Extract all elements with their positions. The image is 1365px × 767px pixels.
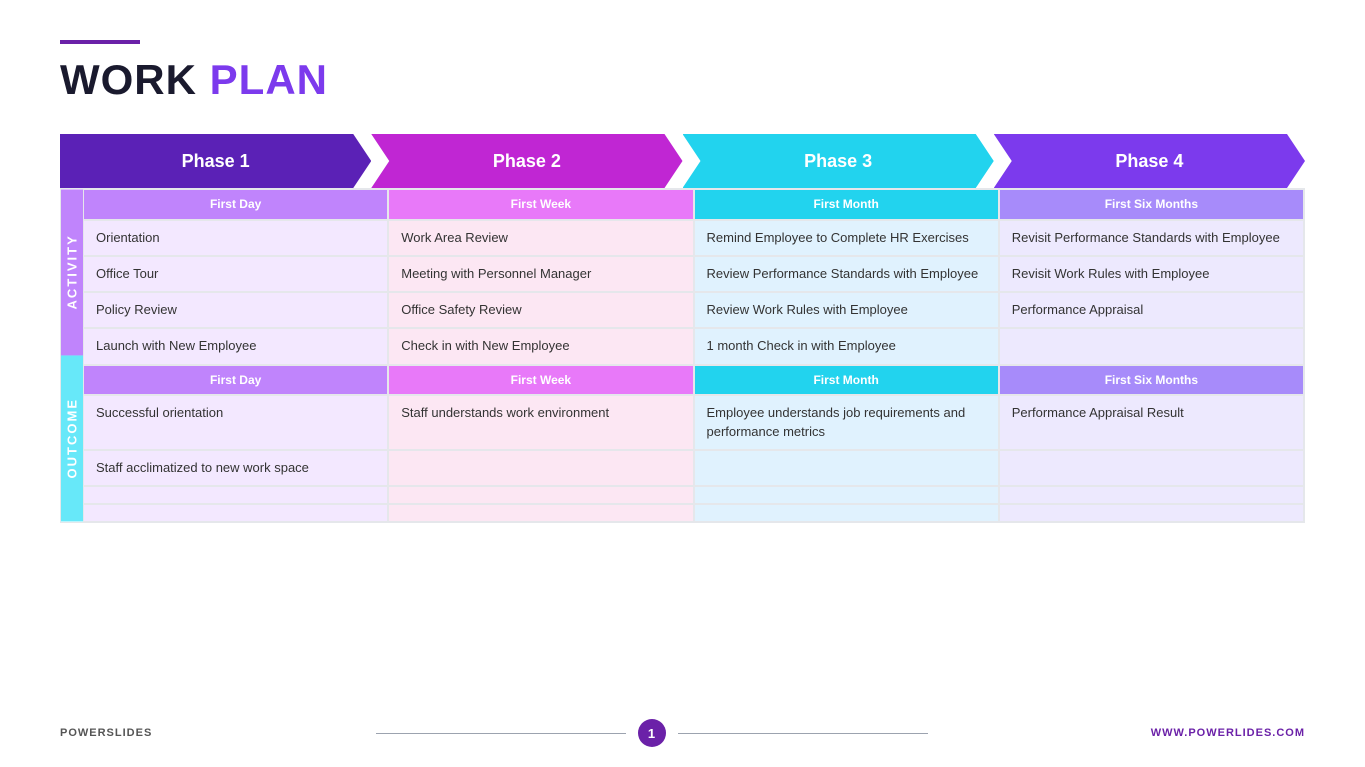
outcome-r3-c0	[83, 504, 388, 522]
outcome-row-3	[83, 504, 1304, 522]
activity-r3-c1: Check in with New Employee	[388, 328, 693, 364]
activity-header-col3: First Month	[694, 189, 999, 220]
activity-r0-c1: Work Area Review	[388, 220, 693, 256]
outcome-r1-c3	[999, 450, 1304, 486]
activity-r2-c2: Review Work Rules with Employee	[694, 292, 999, 328]
outcome-r3-c2	[694, 504, 999, 522]
footer-line-right	[678, 733, 928, 734]
phase-1-arrow: Phase 1	[60, 134, 371, 188]
title-plan: PLAN	[210, 56, 328, 103]
page: WORK PLAN Phase 1 Phase 2 Phase 3 Phase …	[0, 0, 1365, 767]
outcome-header-col1: First Day	[83, 365, 388, 396]
activity-r3-c0: Launch with New Employee	[83, 328, 388, 364]
activity-r1-c0: Office Tour	[83, 256, 388, 292]
activity-r2-c0: Policy Review	[83, 292, 388, 328]
outcome-r0-c2: Employee understands job requirements an…	[694, 395, 999, 449]
outcome-r1-c0: Staff acclimatized to new work space	[83, 450, 388, 486]
outcome-r1-c1	[388, 450, 693, 486]
activity-header-row: First Day First Week First Month First S…	[83, 189, 1304, 220]
phase-2-arrow: Phase 2	[371, 134, 682, 188]
outcome-row-0: Successful orientation Staff understands…	[83, 395, 1304, 449]
activity-r1-c2: Review Performance Standards with Employ…	[694, 256, 999, 292]
activity-r3-c2: 1 month Check in with Employee	[694, 328, 999, 364]
activity-r2-c3: Performance Appraisal	[999, 292, 1304, 328]
footer-brand-right: WWW.POWERLIDES.COM	[1151, 727, 1305, 739]
activity-r1-c3: Revisit Work Rules with Employee	[999, 256, 1304, 292]
footer-line-left	[376, 733, 626, 734]
outcome-label: Outcome	[61, 355, 83, 521]
footer-page-number: 1	[638, 719, 666, 747]
title-work: WORK	[60, 56, 210, 103]
activity-header-col4: First Six Months	[999, 189, 1304, 220]
activity-r3-c3	[999, 328, 1304, 364]
outcome-r0-c0: Successful orientation	[83, 395, 388, 449]
activity-r1-c1: Meeting with Personnel Manager	[388, 256, 693, 292]
outcome-header-row: First Day First Week First Month First S…	[83, 365, 1304, 396]
outcome-header-col2: First Week	[388, 365, 693, 396]
outcome-row-1: Staff acclimatized to new work space	[83, 450, 1304, 486]
activity-row-0: Orientation Work Area Review Remind Empl…	[83, 220, 1304, 256]
outcome-r1-c2	[694, 450, 999, 486]
outcome-row-2	[83, 486, 1304, 504]
activity-row-2: Policy Review Office Safety Review Revie…	[83, 292, 1304, 328]
outcome-r2-c3	[999, 486, 1304, 504]
outcome-r0-c3: Performance Appraisal Result	[999, 395, 1304, 449]
activity-label: Activity	[61, 189, 83, 355]
outcome-r3-c3	[999, 504, 1304, 522]
outcome-r0-c1: Staff understands work environment	[388, 395, 693, 449]
outcome-r3-c1	[388, 504, 693, 522]
grid-area: First Day First Week First Month First S…	[83, 189, 1304, 522]
activity-header-col1: First Day	[83, 189, 388, 220]
page-title: WORK PLAN	[60, 56, 1305, 104]
outcome-header-col4: First Six Months	[999, 365, 1304, 396]
activity-r2-c1: Office Safety Review	[388, 292, 693, 328]
activity-r0-c3: Revisit Performance Standards with Emplo…	[999, 220, 1304, 256]
main-table: Activity Outcome First Day First Week Fi…	[60, 188, 1305, 523]
phase-4-label: Phase 4	[1115, 151, 1183, 172]
activity-row-3: Launch with New Employee Check in with N…	[83, 328, 1304, 364]
footer-brand-left: POWERSLIDES	[60, 727, 152, 739]
outcome-r2-c0	[83, 486, 388, 504]
phase-3-arrow: Phase 3	[683, 134, 994, 188]
header-accent-line	[60, 40, 140, 44]
phase-2-label: Phase 2	[493, 151, 561, 172]
phase-1-label: Phase 1	[182, 151, 250, 172]
phase-3-label: Phase 3	[804, 151, 872, 172]
row-labels: Activity Outcome	[61, 189, 83, 522]
phases-container: Phase 1 Phase 2 Phase 3 Phase 4	[60, 134, 1305, 188]
activity-r0-c0: Orientation	[83, 220, 388, 256]
footer-center: 1	[376, 719, 928, 747]
activity-r0-c2: Remind Employee to Complete HR Exercises	[694, 220, 999, 256]
activity-row-1: Office Tour Meeting with Personnel Manag…	[83, 256, 1304, 292]
activity-header-col2: First Week	[388, 189, 693, 220]
outcome-section: First Day First Week First Month First S…	[83, 365, 1304, 522]
phase-4-arrow: Phase 4	[994, 134, 1305, 188]
outcome-r2-c2	[694, 486, 999, 504]
activity-section: First Day First Week First Month First S…	[83, 189, 1304, 365]
outcome-r2-c1	[388, 486, 693, 504]
outcome-header-col3: First Month	[694, 365, 999, 396]
footer: POWERSLIDES 1 WWW.POWERLIDES.COM	[60, 719, 1305, 747]
